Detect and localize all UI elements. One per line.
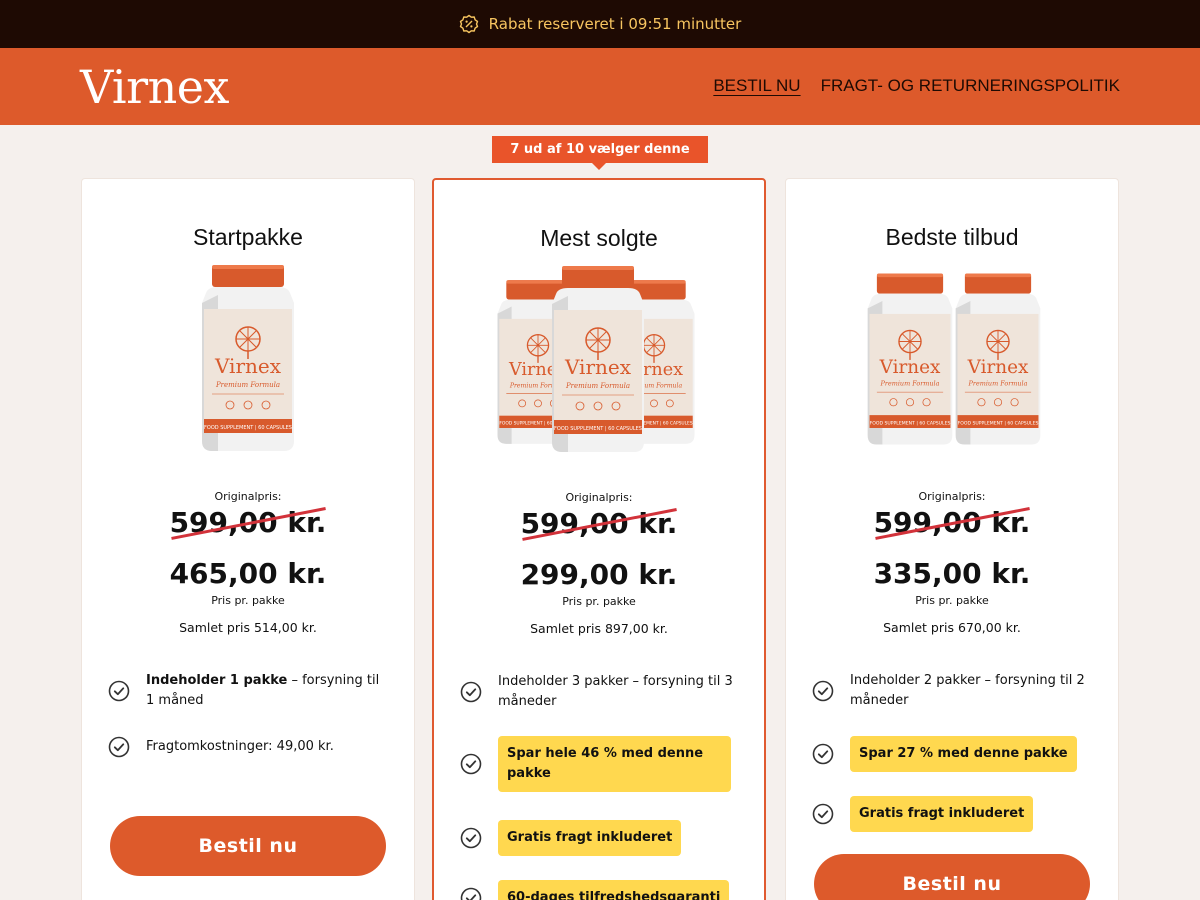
feature-free-shipping: Gratis fragt inkluderet [460,820,740,856]
original-price-label: Originalpris: [918,490,986,503]
package-price: 299,00 kr. [520,558,678,591]
feature-supply: Indeholder 2 pakker – forsyning til 2 må… [812,671,1094,711]
original-price-label: Originalpris: [214,490,282,503]
feature-supply: Indeholder 1 pakke – forsyning til 1 mån… [108,671,390,711]
feature-text: Fragtomkostninger: 49,00 kr. [146,739,334,754]
original-price: 599,00 kr. [434,507,764,540]
package-card-starter: Startpakke Originalpris: 599,00 kr. 465,… [81,178,415,900]
feature-savings: Spar hele 46 % med denne pakke [460,736,740,792]
main-nav: BESTIL NU FRAGT- OG RETURNERINGSPOLITIK [713,76,1120,96]
total-price: Samlet pris 670,00 kr. [883,620,1021,635]
savings-highlight: Spar hele 46 % med denne pakke [498,736,731,792]
nav-shipping-returns[interactable]: FRAGT- OG RETURNERINGSPOLITIK [821,76,1120,96]
feature-savings: Spar 27 % med denne pakke [812,736,1094,772]
card-title: Bedste tilbud [885,224,1019,250]
original-price-value: 599,00 kr. [520,507,678,540]
original-price-value: 599,00 kr. [169,506,327,539]
check-circle-icon [812,743,834,765]
package-card-best-offer: Bedste tilbud Originalpris: 599,00 kr. 3… [785,178,1119,900]
original-price-value: 599,00 kr. [873,506,1031,539]
check-circle-icon [812,680,834,702]
original-price-label: Originalpris: [565,491,633,504]
nav-order-now[interactable]: BESTIL NU [713,76,800,96]
check-circle-icon [460,827,482,849]
discount-timer-text: Rabat reserveret i 09:51 minutter [488,15,742,33]
price-per-package-label: Pris pr. pakke [562,595,636,608]
check-circle-icon [460,887,482,900]
package-price: 465,00 kr. [169,557,327,590]
product-image-1-bottle [82,261,414,456]
total-price: Samlet pris 514,00 kr. [179,620,317,635]
order-button-best-offer[interactable]: Bestil nu [814,854,1090,900]
product-image-2-bottles [786,261,1118,456]
check-circle-icon [460,753,482,775]
brand-logo[interactable]: Virnex [80,60,229,114]
card-title: Startpakke [193,224,303,250]
check-circle-icon [812,803,834,825]
price-per-package-label: Pris pr. pakke [915,594,989,607]
feature-guarantee: 60-dages tilfredshedsgaranti [460,880,740,900]
feature-text: Indeholder 2 pakker – forsyning til 2 må… [850,673,1085,708]
card-title: Mest solgte [540,225,658,251]
feature-text: Indeholder 3 pakker – forsyning til 3 må… [498,674,733,709]
package-price: 335,00 kr. [873,557,1031,590]
original-price: 599,00 kr. [82,506,414,539]
feature-free-shipping: Gratis fragt inkluderet [812,796,1094,832]
original-price: 599,00 kr. [786,506,1118,539]
guarantee-highlight: 60-dages tilfredshedsgaranti [498,880,730,900]
price-per-package-label: Pris pr. pakke [211,594,285,607]
feature-supply: Indeholder 3 pakker – forsyning til 3 må… [460,672,740,712]
free-shipping-highlight: Gratis fragt inkluderet [498,820,682,856]
discount-timer-bar: Rabat reserveret i 09:51 minutter [0,0,1200,48]
feature-shipping: Fragtomkostninger: 49,00 kr. [108,736,390,758]
popular-choice-badge: 7 ud af 10 vælger denne [492,136,708,170]
check-circle-icon [108,736,130,758]
site-header: Virnex BESTIL NU FRAGT- OG RETURNERINGSP… [0,48,1200,125]
total-price: Samlet pris 897,00 kr. [530,621,668,636]
package-card-bestseller: Mest solgte Originalpris: 599,00 kr. 299… [432,178,766,900]
check-circle-icon [460,681,482,703]
feature-text: Indeholder 1 pakke – forsyning til 1 mån… [146,673,380,708]
savings-highlight: Spar 27 % med denne pakke [850,736,1077,772]
product-image-3-bottles [434,262,764,457]
free-shipping-highlight: Gratis fragt inkluderet [850,796,1034,832]
order-button-starter[interactable]: Bestil nu [110,816,386,876]
percent-badge-icon [459,14,478,34]
check-circle-icon [108,680,130,702]
